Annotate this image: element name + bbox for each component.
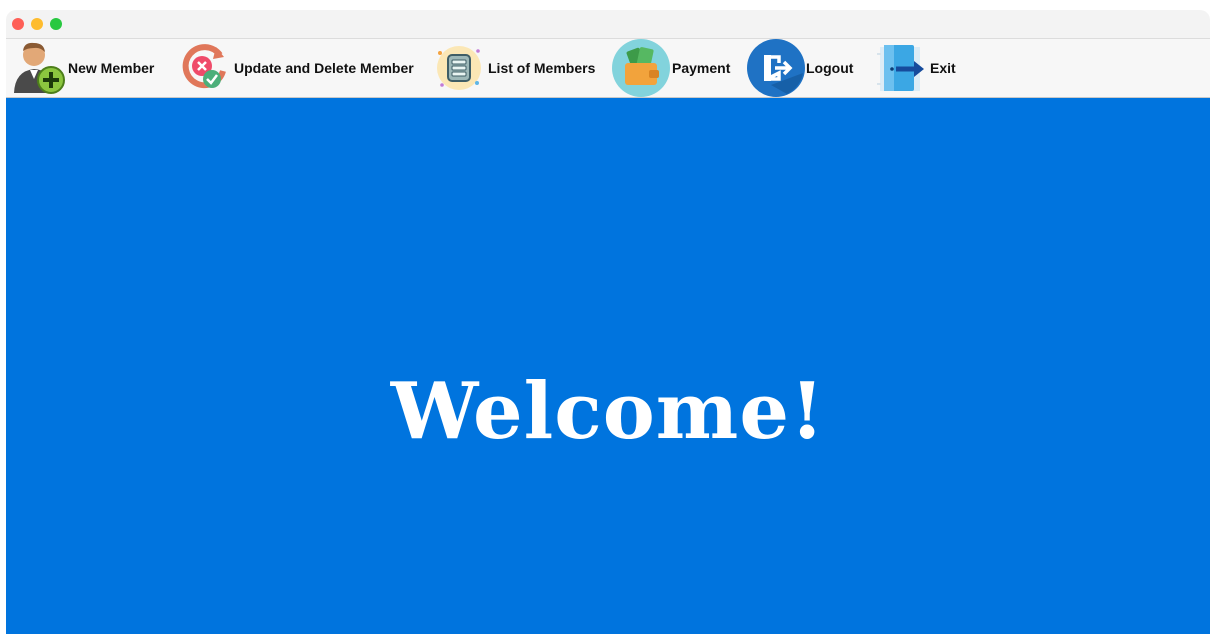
payment-label: Payment	[672, 60, 731, 76]
wallet-icon	[610, 39, 672, 97]
main-toolbar: New Member Update and Delete Member List…	[6, 39, 1210, 98]
add-user-icon	[10, 39, 68, 97]
exit-button[interactable]: Exit	[872, 39, 956, 97]
close-window-button[interactable]	[12, 18, 24, 30]
exit-door-icon	[872, 39, 930, 97]
logout-icon	[746, 39, 806, 97]
main-content-panel: Welcome!	[6, 98, 1210, 634]
exit-label: Exit	[930, 60, 956, 76]
logout-button[interactable]: Logout	[746, 39, 853, 97]
new-member-label: New Member	[68, 60, 155, 76]
minimize-window-button[interactable]	[31, 18, 43, 30]
update-delete-member-label: Update and Delete Member	[234, 60, 414, 76]
list-of-members-button[interactable]: List of Members	[430, 39, 595, 97]
maximize-window-button[interactable]	[50, 18, 62, 30]
new-member-button[interactable]: New Member	[10, 39, 154, 97]
welcome-heading: Welcome!	[390, 366, 826, 457]
title-bar	[6, 10, 1210, 39]
update-delete-icon	[176, 39, 234, 97]
logout-label: Logout	[806, 60, 854, 76]
list-icon	[430, 39, 488, 97]
update-delete-member-button[interactable]: Update and Delete Member	[176, 39, 414, 97]
app-window: New Member Update and Delete Member List…	[6, 10, 1210, 634]
list-of-members-label: List of Members	[488, 60, 596, 76]
payment-button[interactable]: Payment	[610, 39, 730, 97]
